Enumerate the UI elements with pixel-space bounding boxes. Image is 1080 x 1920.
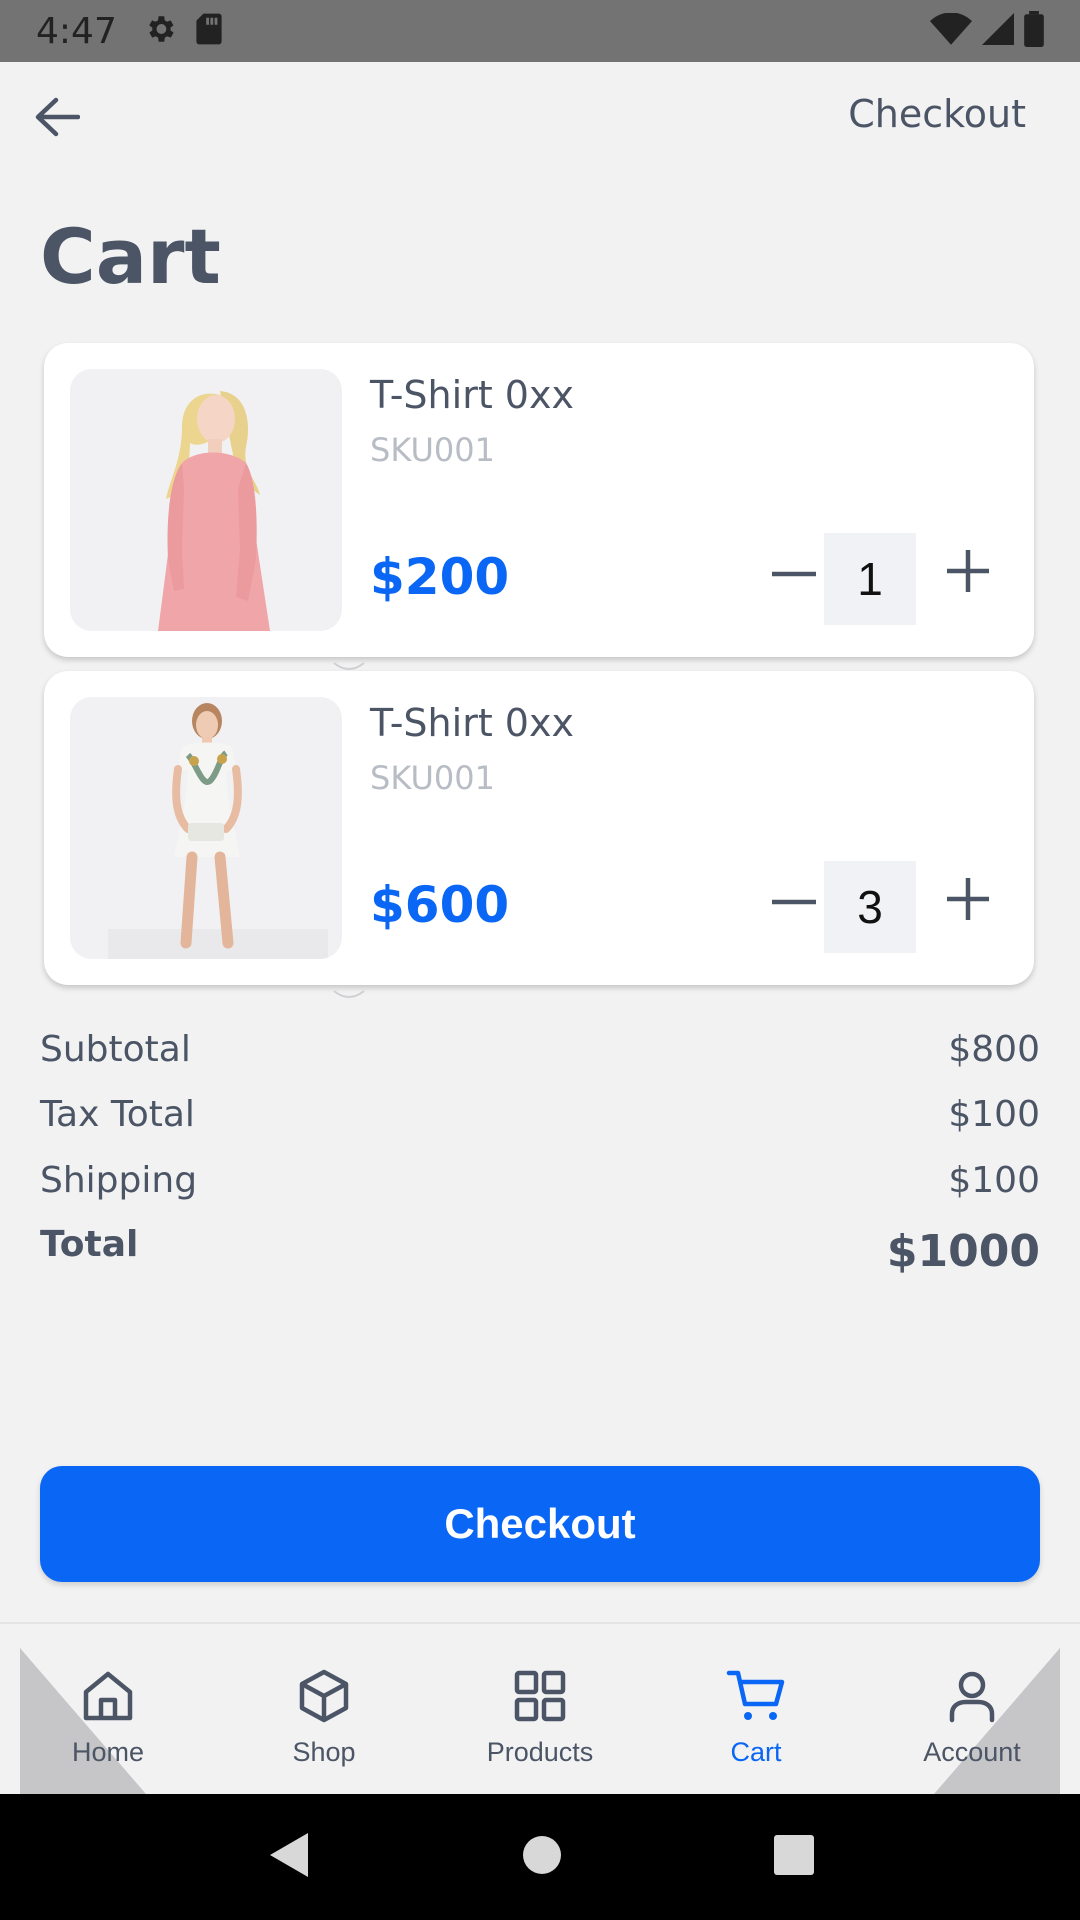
nav-label: Products — [486, 1737, 594, 1767]
shipping-row: Shipping $100 — [40, 1160, 1040, 1201]
increase-quantity-button[interactable] — [928, 861, 1008, 941]
cart-icon — [726, 1668, 786, 1729]
item-sku: SKU001 — [370, 431, 495, 469]
tax-label: Tax Total — [40, 1094, 195, 1135]
item-price: $200 — [370, 548, 510, 606]
wifi-icon — [930, 11, 972, 50]
recents-square-icon[interactable] — [774, 1834, 814, 1880]
item-sku: SKU001 — [370, 759, 495, 797]
subtotal-row: Subtotal $800 — [40, 1029, 1040, 1070]
tax-row: Tax Total $100 — [40, 1094, 1040, 1135]
checkout-button[interactable]: Checkout — [40, 1466, 1040, 1582]
battery-icon — [1024, 10, 1044, 52]
status-time: 4:47 — [36, 10, 117, 52]
item-price: $600 — [370, 876, 510, 934]
gear-icon — [143, 12, 177, 51]
page-title: Cart — [40, 212, 221, 301]
home-circle-icon[interactable] — [522, 1835, 562, 1880]
nav-item-products[interactable]: Products — [432, 1624, 648, 1794]
cart-item: T-Shirt 0xx SKU001 $200 1 — [44, 343, 1034, 657]
decrease-quantity-button[interactable] — [754, 861, 834, 941]
status-icons-right — [930, 10, 1044, 52]
header-checkout-link[interactable]: Checkout — [848, 92, 1026, 136]
nav-label: Home — [71, 1737, 145, 1767]
signal-icon — [982, 12, 1014, 50]
nav-label: Account — [923, 1737, 1021, 1767]
plus-icon — [947, 549, 989, 597]
nav-item-shop[interactable]: Shop — [216, 1624, 432, 1794]
status-bar: 4:47 — [0, 0, 1080, 62]
back-button[interactable] — [30, 92, 84, 146]
quantity-value[interactable]: 1 — [824, 533, 916, 625]
decrease-quantity-button[interactable] — [754, 533, 834, 613]
product-image — [70, 697, 342, 959]
bottom-nav: Home Shop Products Cart Account — [0, 1624, 1080, 1794]
quantity-value[interactable]: 3 — [824, 861, 916, 953]
item-name: T-Shirt 0xx — [370, 373, 574, 417]
nav-label: Cart — [730, 1737, 782, 1767]
back-triangle-icon[interactable] — [266, 1831, 310, 1884]
product-image — [70, 369, 342, 631]
increase-quantity-button[interactable] — [928, 533, 1008, 613]
plus-icon — [947, 877, 989, 925]
system-nav-bar — [0, 1794, 1080, 1920]
drag-handle-icon — [332, 988, 366, 1000]
cart-item: T-Shirt 0xx SKU001 $600 3 — [44, 671, 1034, 985]
box-icon — [296, 1668, 352, 1729]
subtotal-value: $800 — [948, 1029, 1040, 1070]
shipping-value: $100 — [948, 1160, 1040, 1201]
minus-icon — [772, 564, 816, 582]
nav-item-cart[interactable]: Cart — [648, 1624, 864, 1794]
tax-value: $100 — [948, 1094, 1040, 1135]
nav-label: Shop — [292, 1737, 356, 1767]
total-label: Total — [40, 1224, 139, 1265]
home-icon — [80, 1668, 136, 1729]
status-icons-left — [143, 12, 223, 51]
item-name: T-Shirt 0xx — [370, 701, 574, 745]
minus-icon — [772, 892, 816, 910]
shipping-label: Shipping — [40, 1160, 198, 1201]
subtotal-label: Subtotal — [40, 1029, 191, 1070]
total-value: $1000 — [886, 1226, 1040, 1277]
nav-item-account[interactable]: Account — [864, 1624, 1080, 1794]
user-icon — [944, 1668, 1000, 1729]
grid-icon — [512, 1668, 568, 1729]
nav-items: Home Shop Products Cart Account — [0, 1624, 1080, 1794]
sd-card-icon — [195, 12, 223, 51]
nav-item-home[interactable]: Home — [0, 1624, 216, 1794]
total-row: Total $1000 — [40, 1224, 1040, 1277]
arrow-left-icon — [34, 97, 81, 142]
